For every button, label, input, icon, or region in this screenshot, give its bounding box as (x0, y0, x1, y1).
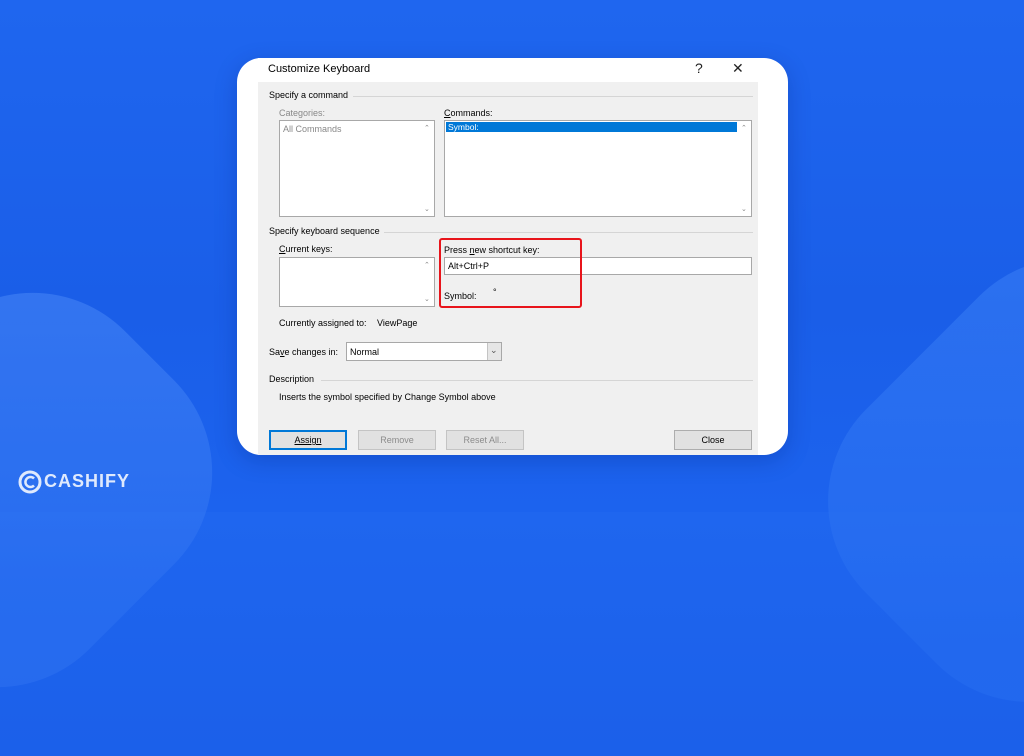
scroll-down-icon[interactable]: ⌄ (424, 205, 430, 213)
help-button[interactable]: ? (695, 60, 703, 76)
section-divider (353, 96, 753, 97)
title-bar: Customize Keyboard ? ✕ (258, 58, 758, 82)
close-button[interactable]: Close (674, 430, 752, 450)
commands-scrollbar[interactable]: ⌃ ⌄ (738, 121, 751, 216)
section-divider (321, 380, 753, 381)
background-shape-right (774, 204, 1024, 756)
scroll-down-icon[interactable]: ⌄ (424, 295, 430, 303)
current-keys-scrollbar[interactable]: ⌃ ⌄ (421, 258, 434, 306)
specify-command-legend: Specify a command (269, 90, 349, 100)
description-text: Inserts the symbol specified by Change S… (279, 392, 496, 402)
scroll-up-icon[interactable]: ⌃ (424, 124, 430, 132)
current-keys-label: Current keys: (279, 244, 333, 254)
remove-button[interactable]: Remove (358, 430, 436, 450)
save-changes-label: Save changes in: (269, 347, 339, 357)
currently-assigned-label: Currently assigned to: (279, 318, 367, 328)
command-item-selected[interactable]: Symbol: (446, 122, 737, 132)
section-divider (384, 232, 753, 233)
assign-button[interactable]: Assign (269, 430, 347, 450)
description-legend: Description (269, 374, 315, 384)
shortcut-highlight-box (439, 238, 582, 308)
save-changes-value: Normal (350, 347, 380, 357)
current-keys-list[interactable]: ⌃ ⌄ (279, 257, 435, 307)
chevron-down-icon: ⌄ (490, 345, 498, 355)
categories-label: Categories: (279, 108, 326, 118)
dialog-title: Customize Keyboard (268, 63, 371, 75)
categories-list[interactable]: All Commands ⌃ ⌄ (279, 120, 435, 217)
commands-list[interactable]: Symbol: ⌃ ⌄ (444, 120, 752, 217)
dropdown-button[interactable]: ⌄ (487, 343, 501, 360)
reset-all-button[interactable]: Reset All... (446, 430, 524, 450)
save-changes-select[interactable]: Normal ⌄ (346, 342, 502, 361)
cashify-logo-icon (18, 470, 42, 494)
keyboard-sequence-legend: Specify keyboard sequence (269, 226, 380, 236)
scroll-up-icon[interactable]: ⌃ (424, 261, 430, 269)
category-item[interactable]: All Commands (283, 124, 342, 134)
commands-label: Commands: (444, 108, 493, 118)
watermark-brand: CASHIFY (44, 471, 131, 491)
currently-assigned-value: ViewPage (377, 318, 418, 328)
scroll-down-icon[interactable]: ⌄ (741, 205, 747, 213)
categories-scrollbar[interactable]: ⌃ ⌄ (421, 121, 434, 216)
close-icon[interactable]: ✕ (732, 60, 744, 77)
scroll-up-icon[interactable]: ⌃ (741, 124, 747, 132)
